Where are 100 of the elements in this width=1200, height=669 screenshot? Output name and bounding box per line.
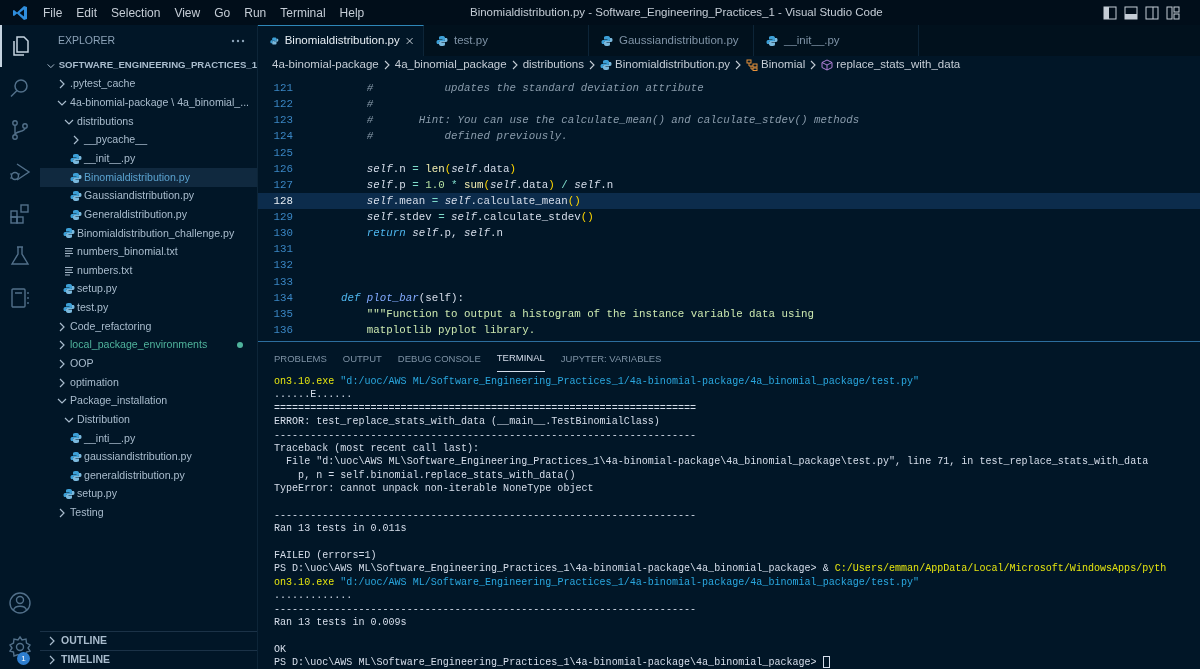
python-file-icon [270,35,279,47]
terminal-line: File "d:\uoc\AWS ML\Software_Engineering_Practices_1\4a-binomial-package\4a_binomial_package\test.py", line 71, in test_replace_stats_with_data [285,455,1149,469]
line-number: 122 [272,97,293,113]
more-actions-icon[interactable] [231,38,245,43]
file-row[interactable]: numbers.txt [40,261,257,281]
panel-tab[interactable]: PROBLEMS [274,346,327,372]
settings-button[interactable]: 1 [0,625,40,669]
python-file-icon [70,208,82,221]
terminal-line: ---------------------------------------------------------------------- [274,508,697,523]
breadcrumb-item[interactable]: 4a_binomial_package [394,56,507,74]
file-row[interactable]: numbers_binomial.txt [40,242,257,262]
sidebar-title: EXPLORER [58,32,116,48]
code-line: # updates the standard deviation attribute [365,81,704,96]
menu-item[interactable]: Edit [69,3,105,22]
terminal-line: TypeError: cannot unpack non-iterable NoneType object [274,482,594,496]
menu-item[interactable]: Selection [104,3,168,22]
python-file-icon [70,451,82,464]
code-line: self.p = 1.0 * sum(self.data) / self.n [365,177,614,193]
editor-tab[interactable]: Binomialdistribution.py [258,25,424,56]
text-file-icon [63,264,75,277]
python-file-icon [436,34,448,47]
folder-row[interactable]: Distribution [40,410,257,430]
breadcrumb-item[interactable]: replace_stats_with_data [821,56,961,74]
menu-item[interactable]: File [36,3,70,22]
file-row[interactable]: __init__.py [40,149,257,169]
python-file-icon [600,59,613,71]
file-row[interactable]: Binomialdistribution.py [40,168,257,187]
editor-tab[interactable]: test.py [424,25,589,56]
breadcrumb-item[interactable]: Binomial [746,56,806,74]
terminal-line: OK [274,642,287,657]
menu-item[interactable]: Help [332,3,372,22]
code-line: # defined previously. [365,129,568,145]
split-layout-icon[interactable] [1145,5,1159,20]
folder-row[interactable]: Package_installation [40,391,257,411]
folder-row[interactable]: distributions [40,112,257,131]
terminal-line: PS D:\uoc\AWS ML\Software_Engineering_Practices_1\4a-binomial-package\4a_binomial_package> [274,656,818,669]
code-line: # Hint: You can use the calculate_mean() and calculate_stdev() methods [365,113,860,129]
menu-item[interactable]: Run [237,3,274,22]
editor-tab[interactable]: Gaussiandistribution.py [589,25,754,56]
breadcrumb-item[interactable]: distributions [522,56,585,74]
close-icon[interactable] [405,36,413,46]
folder-row[interactable]: .pytest_cache [40,75,257,94]
panel-tab[interactable]: DEBUG CONSOLE [397,346,481,372]
editor-tab[interactable]: __init__.py [754,25,919,56]
text-file-icon [63,246,75,259]
python-file-icon [70,152,82,165]
section-header[interactable]: OUTLINE [40,631,257,650]
class-icon [746,59,759,71]
workspace-folder-row[interactable]: SOFTWARE_ENGINEERING_PRACTICES_1 [40,56,257,75]
file-row[interactable]: gaussiandistribution.py [40,447,257,467]
breadcrumb-item[interactable]: Binomialdistribution.py [600,56,731,74]
folder-row[interactable]: Testing [40,503,257,523]
panel-tab[interactable]: OUTPUT [342,346,382,372]
customize-layout-icon[interactable] [1166,5,1180,20]
menu-item[interactable]: View [167,3,208,22]
terminal-line: on3.10.exe "d:/uoc/AWS ML/Software_Engineering_Practices_1/4a-binomial-package/4a_binomial_package/test.py" [274,575,920,590]
file-row[interactable]: test.py [40,298,257,318]
folder-row[interactable]: Code_refactoring [40,317,257,336]
line-number: 130 [272,226,293,242]
python-file-icon [63,283,75,296]
file-row[interactable]: __inti__.py [40,429,257,448]
menu-item[interactable]: Go [207,3,238,22]
terminal-line: ............. [274,589,353,603]
chevron-right-icon [382,60,391,70]
flask-icon [8,244,32,268]
window-title: Binomialdistribution.py - Software_Engineering_Practices_1 - Visual Studio Code [470,4,883,20]
file-row[interactable]: Binomialdistribution_challenge.py [40,224,257,243]
python-file-icon [766,34,778,47]
folder-row[interactable]: optimation [40,373,257,392]
terminal-line: ERROR: test_replace_stats_with_data (__main__.TestBinomialClass) [274,415,660,429]
code-line: self.stdev = self.calculate_stdev() [365,210,594,225]
account-icon [8,591,32,615]
panel-toggle-icon[interactable] [1124,5,1138,20]
menu-item[interactable]: Terminal [273,3,333,22]
panel-tab[interactable]: JUPYTER: VARIABLES [560,346,662,372]
chevron-right-icon [588,60,597,70]
terminal-line: ......E...... [274,388,353,402]
python-file-icon [601,34,613,47]
file-row[interactable]: generaldistribution.py [40,466,257,486]
terminal-line: ====================================================================== [274,401,697,416]
code-line: self.n = len(self.data) [365,161,516,177]
folder-row[interactable]: 4a-binomial-package \ 4a_binomial_... [40,93,257,113]
sidebar-toggle-icon[interactable] [1103,5,1117,20]
terminal-line: ---------------------------------------------------------------------- [274,602,697,617]
folder-row[interactable]: __pycache__ [40,130,257,150]
python-file-icon [63,488,75,501]
cube-icon [821,59,834,71]
section-header[interactable]: TIMELINE [40,650,257,669]
file-row[interactable]: setup.py [40,280,257,299]
python-file-icon [70,171,82,184]
breadcrumb-item[interactable]: 4a-binomial-package [272,56,379,74]
folder-row[interactable]: OOP [40,354,257,374]
notebook-icon [8,286,32,310]
file-row[interactable]: Generaldistribution.py [40,205,257,225]
panel-tab[interactable]: TERMINAL [496,346,545,372]
folder-row[interactable]: local_package_environments [40,335,257,355]
line-number: 132 [272,258,293,274]
file-row[interactable]: Gaussiandistribution.py [40,186,257,206]
python-file-icon [63,227,75,240]
file-row[interactable]: setup.py [40,485,257,504]
